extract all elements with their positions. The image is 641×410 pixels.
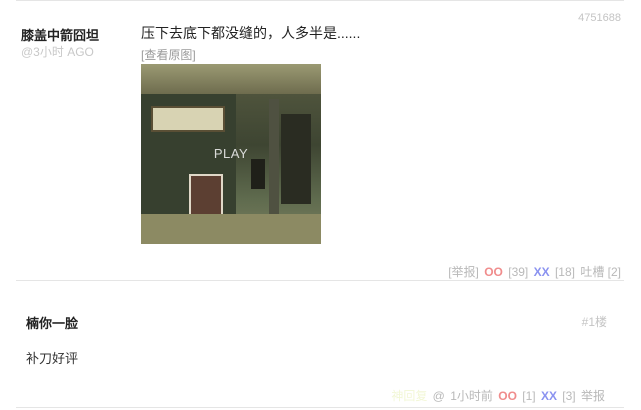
xx-button[interactable]: XX [534,265,550,279]
thumbnail-figure [251,159,265,189]
comment-xx-count: [3] [562,389,576,403]
post-text: 压下去底下都没缝的，人多半是...... [141,25,361,41]
oo-button[interactable]: OO [484,265,503,279]
post-id[interactable]: 4751688 [578,12,621,24]
comment-at: @ [432,389,445,403]
thumbnail-board [189,174,223,218]
view-original-link[interactable]: [查看原图] [141,46,196,63]
comment-oo-button[interactable]: OO [498,389,517,403]
section-divider [16,280,624,281]
post-author[interactable]: 膝盖中箭囧坦 [21,25,99,44]
comment-actions: 神回复 @ 1小时前 OO [1] XX [3] 举报 [389,387,605,404]
comment-faint-text: 神回复 [391,389,428,403]
comment-text: 补刀好评 [26,351,79,366]
oo-count: [39] [508,265,529,279]
comment-author[interactable]: 楠你一脸 [26,313,78,332]
thumbnail-sign [151,106,225,132]
top-divider [16,0,624,1]
report-link[interactable]: [举报] [448,265,479,279]
tucao-link[interactable]: 吐槽 [2] [580,265,621,279]
comment-report-link[interactable]: 举报 [581,389,605,403]
bottom-divider [16,407,624,408]
thumbnail-awning [141,64,321,94]
post-actions: [举报] OO [39] XX [18] 吐槽 [2] [446,263,621,280]
thumbnail-street [141,214,321,244]
video-thumbnail[interactable]: PLAY [141,64,321,244]
comment-xx-button[interactable]: XX [541,389,557,403]
play-label[interactable]: PLAY [141,146,321,161]
comment-time: 1小时前 [450,389,493,403]
comment-floor[interactable]: #1楼 [582,313,607,330]
xx-count: [18] [554,265,575,279]
post-time: @3小时 AGO [21,45,94,59]
comment-oo-count: [1] [522,389,536,403]
